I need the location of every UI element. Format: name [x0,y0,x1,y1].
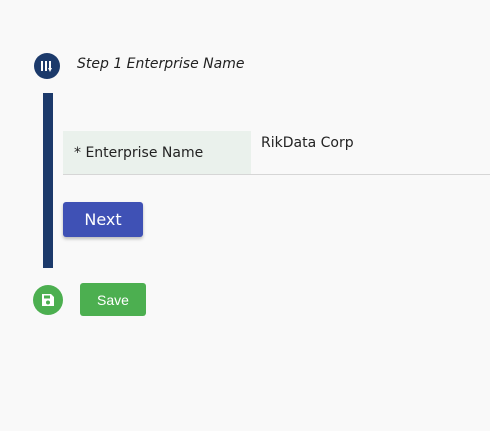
step-title: Step 1 Enterprise Name [77,56,245,72]
save-icon [33,285,63,315]
step-list-icon [34,53,60,79]
enterprise-name-row: * Enterprise Name RikData Corp [63,131,490,175]
step-progress-bar [43,93,53,268]
enterprise-name-label: * Enterprise Name [63,131,251,174]
enterprise-name-field[interactable]: RikData Corp [261,135,354,151]
next-button[interactable]: Next [63,202,143,237]
save-button[interactable]: Save [80,283,146,316]
